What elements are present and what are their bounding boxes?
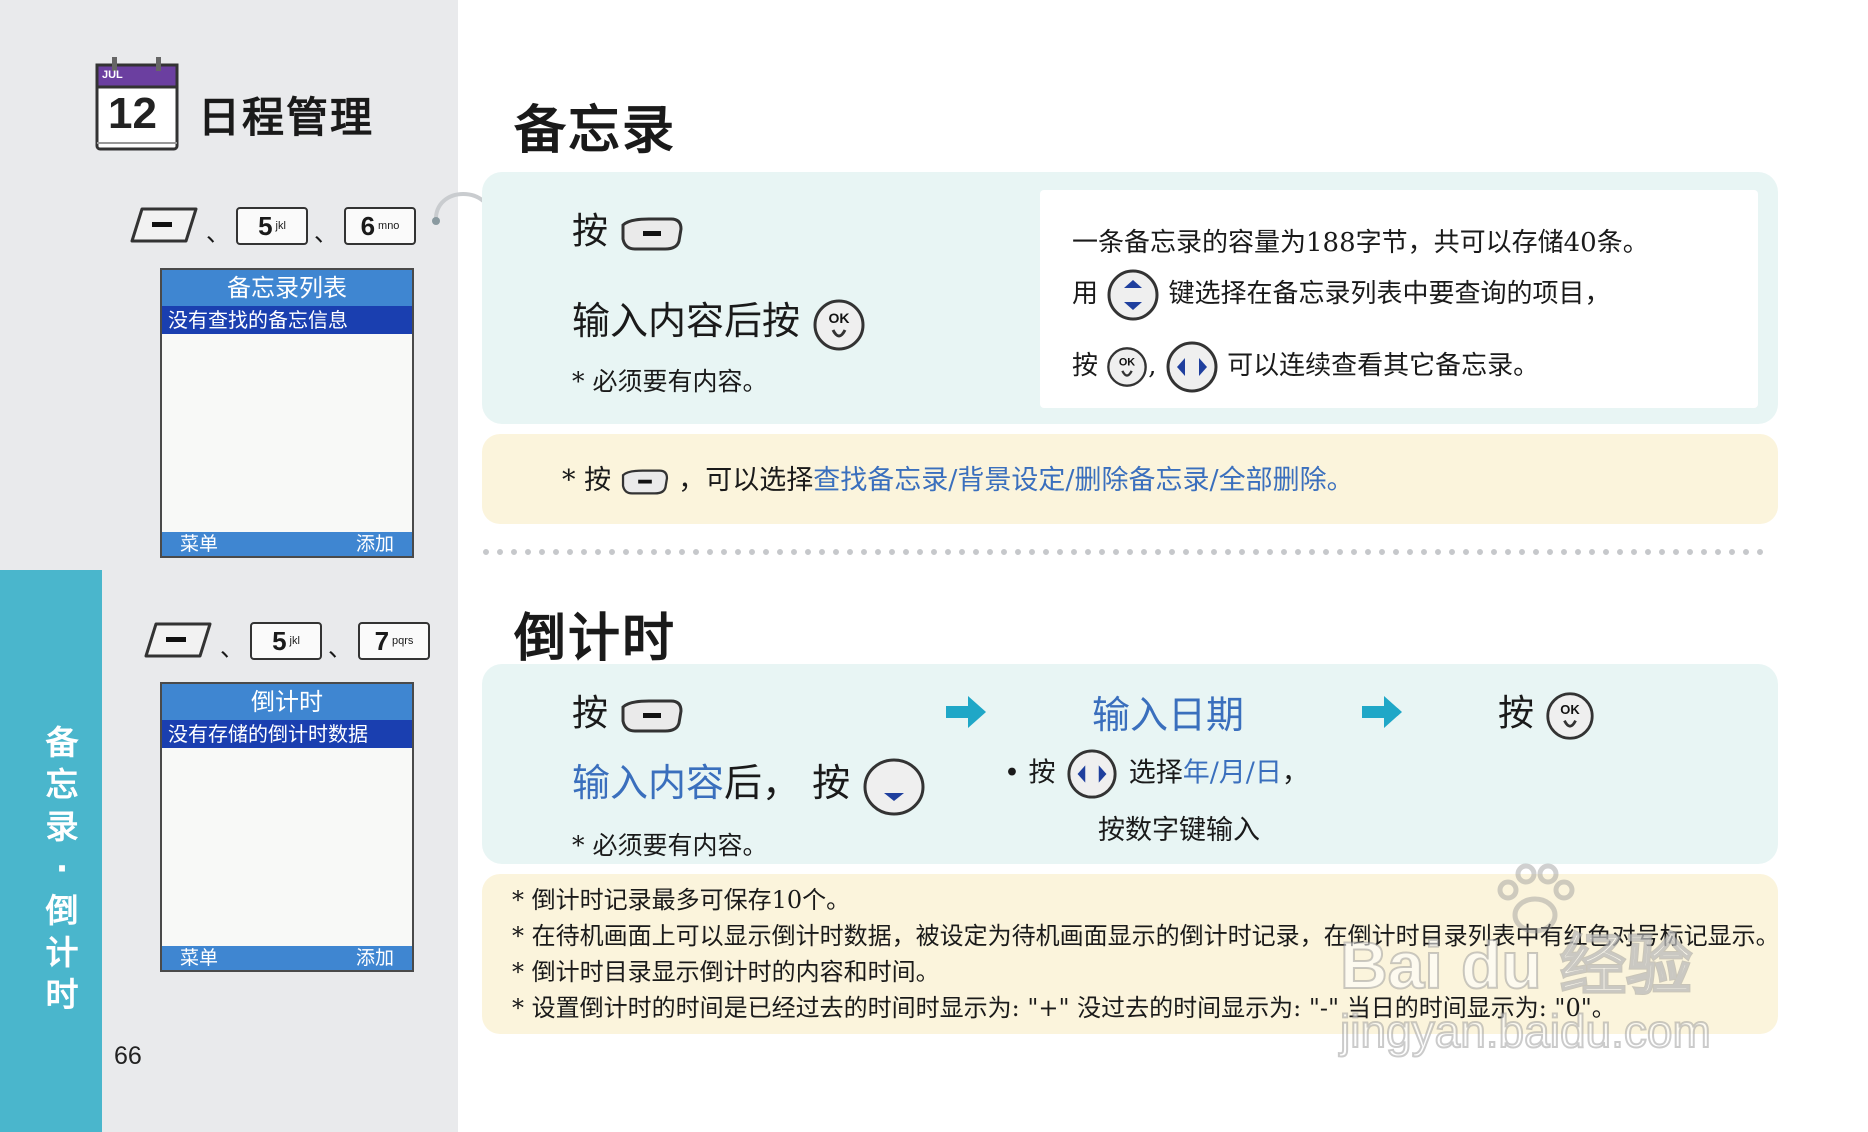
memo-options: 查找备忘录/背景设定/删除备忘录/全部删除。	[813, 465, 1354, 496]
left-right-nav-key-icon	[1166, 341, 1218, 393]
countdown-heading: 倒计时	[514, 609, 677, 669]
soft-key-icon	[621, 699, 683, 733]
memo-phone-screen: 备忘录列表 没有查找的备忘信息 菜单 添加	[160, 268, 414, 558]
chapter-title: 日程管理	[198, 93, 375, 142]
memo-info-line1: 一条备忘录的容量为188字节，共可以存储40条。	[1072, 228, 1649, 258]
countdown-step4: 按 OK	[1498, 684, 1595, 741]
memo-note: * 按 ，可以选择查找备忘录/背景设定/删除备忘录/全部删除。	[562, 465, 1354, 496]
countdown-step3-line2: 按数字键输入	[1098, 815, 1260, 846]
ok-key-icon: OK	[1107, 347, 1148, 387]
screen-header: 备忘录列表	[162, 270, 412, 306]
soft-left-label: 菜单	[180, 947, 219, 969]
soft-key-icon	[621, 469, 668, 494]
countdown-step2: 输入内容后， 按	[572, 752, 926, 817]
left-right-nav-key-icon	[1067, 749, 1117, 799]
memo-footnote: * 必须要有内容。	[572, 367, 768, 396]
soft-left-label: 菜单	[180, 533, 219, 555]
watermark-brand: Bai du 经验	[1339, 927, 1693, 1003]
ok-key-icon: OK	[1546, 692, 1595, 740]
screen-softkeys: 菜单 添加	[162, 946, 412, 970]
screen-row: 没有查找的备忘信息	[162, 306, 412, 334]
memo-heading: 备忘录	[514, 101, 677, 161]
ok-key-icon: OK	[813, 299, 865, 350]
countdown-step1: 按	[572, 684, 685, 736]
soft-right-label: 添加	[355, 947, 394, 969]
soft-key-icon	[621, 217, 683, 251]
countdown-key-sequence: 、 5 jkl 、 7 pqrs	[142, 620, 430, 660]
soft-key-icon	[130, 207, 198, 243]
calendar-month: JUL	[102, 69, 123, 81]
key-5: 5 jkl	[236, 207, 308, 245]
section-divider	[483, 549, 1777, 555]
memo-info-line3: 按 OK, 可以连续查看其它备忘录。	[1072, 340, 1539, 394]
page-number: 66	[114, 1042, 142, 1070]
key-5: 5 jkl	[250, 622, 322, 660]
key-6: 6 mno	[344, 207, 416, 245]
calendar-icon: JUL 12	[94, 55, 180, 151]
screen-softkeys: 菜单 添加	[162, 532, 412, 556]
countdown-step3-line1: • 按 选择年/月/日，	[1004, 748, 1309, 800]
soft-key-icon	[144, 622, 212, 658]
countdown-phone-screen: 倒计时 没有存储的倒计时数据 菜单 添加	[160, 682, 414, 972]
svg-text:OK: OK	[829, 310, 850, 326]
down-nav-key-icon	[863, 758, 925, 815]
memo-key-sequence: 、 5 jkl 、 6 mno	[128, 205, 416, 245]
memo-step1: 按	[572, 202, 685, 254]
countdown-step3-title: 输入日期	[1092, 693, 1245, 737]
arrow-right-icon	[1362, 696, 1402, 728]
watermark-url: jingyan.baidu.com	[1339, 1004, 1712, 1058]
up-down-nav-key-icon	[1107, 269, 1159, 321]
soft-right-label: 添加	[355, 533, 394, 555]
section-vertical-title: 备忘录 · 倒计时	[45, 723, 79, 1014]
svg-text:OK: OK	[1119, 356, 1135, 368]
memo-step2: 输入内容后按 OK	[572, 290, 866, 352]
calendar-day: 12	[108, 89, 157, 138]
screen-header: 倒计时	[162, 684, 412, 720]
key-7: 7 pqrs	[358, 622, 430, 660]
countdown-footnote: * 必须要有内容。	[572, 831, 768, 860]
memo-info-line2: 用 键选择在备忘录列表中要查询的项目，	[1072, 268, 1611, 322]
screen-row: 没有存储的倒计时数据	[162, 720, 412, 748]
svg-text:OK: OK	[1561, 702, 1581, 717]
arrow-right-icon	[946, 696, 986, 728]
